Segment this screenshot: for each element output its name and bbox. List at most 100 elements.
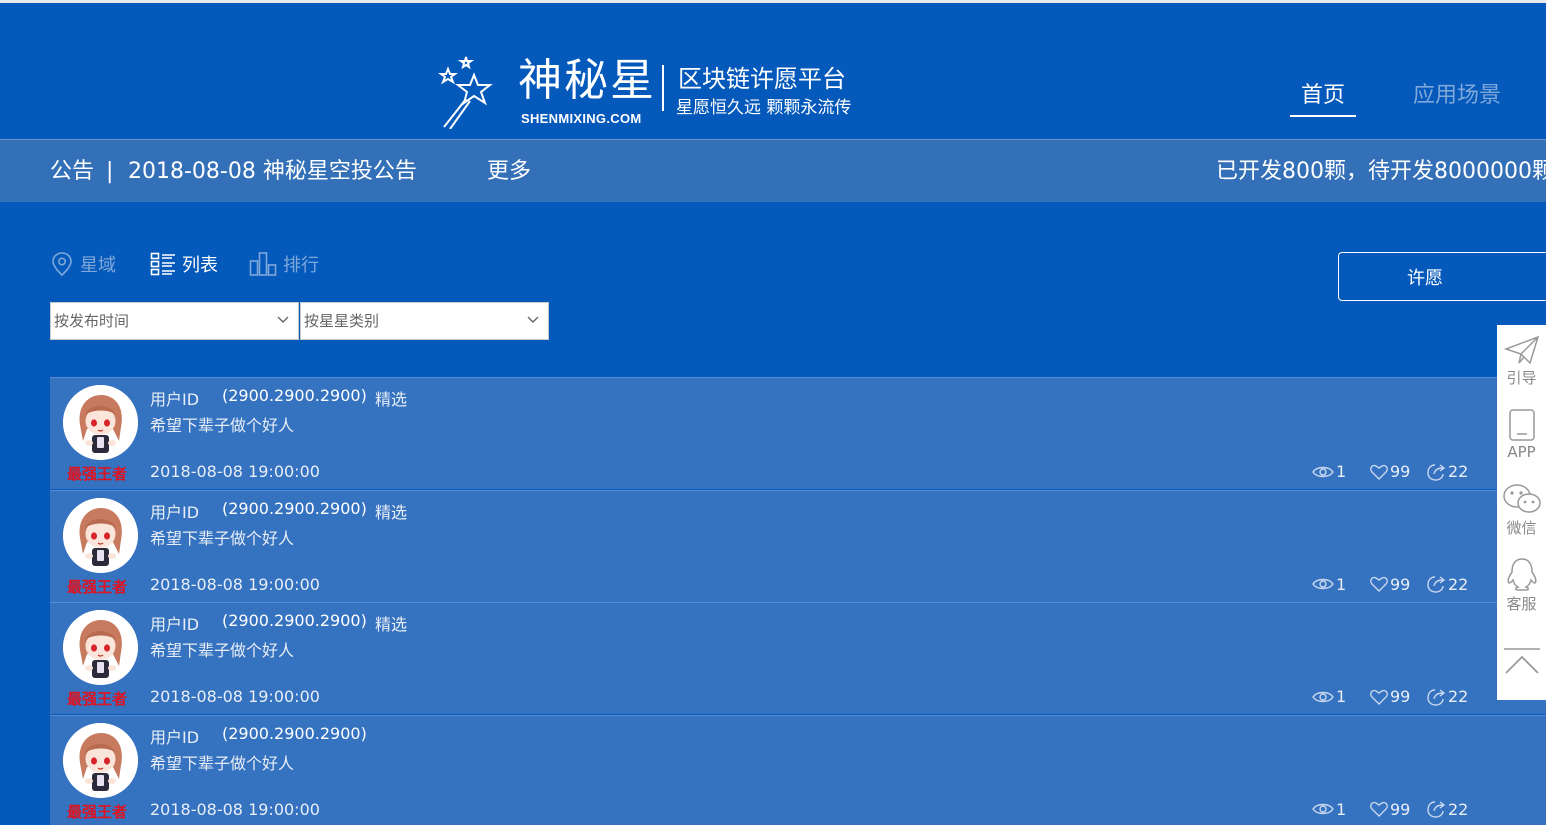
- side-wechat-label: 微信: [1506, 519, 1537, 537]
- back-to-top-button[interactable]: [1497, 647, 1546, 679]
- user-id-value[interactable]: (2900.2900.2900): [222, 724, 367, 743]
- user-id-label: 用户ID: [150, 390, 200, 409]
- chevron-up-icon: [1503, 648, 1540, 674]
- share-icon: [1427, 463, 1446, 481]
- share-count[interactable]: 22: [1426, 800, 1468, 819]
- brand-domain: SHENMIXING.COM: [521, 111, 642, 126]
- magic-wand-star-icon: [438, 56, 493, 129]
- share-count[interactable]: 22: [1426, 462, 1468, 481]
- eye-icon: [1312, 466, 1334, 477]
- like-count[interactable]: 99: [1370, 575, 1410, 594]
- user-id-label: 用户ID: [150, 502, 200, 522]
- side-customer-service-label: 客服: [1506, 595, 1537, 613]
- share-count-value: 22: [1448, 574, 1469, 594]
- publish-time-select[interactable]: 按发布时间: [50, 302, 299, 340]
- notice-more-link[interactable]: 更多: [487, 158, 531, 186]
- side-toolbar: 引导 APP 微信 客服: [1497, 325, 1546, 700]
- view-count: 1: [1312, 800, 1346, 819]
- view-count: 1: [1312, 575, 1346, 594]
- wish-list-item[interactable]: 最强王者 用户ID (2900.2900.2900) 精选 希望下辈子做个好人 …: [50, 377, 1546, 489]
- rank-badge: 最强王者: [67, 465, 128, 483]
- side-wechat-button[interactable]: 微信: [1497, 483, 1546, 538]
- view-count: 1: [1312, 462, 1346, 481]
- slogan: 区块链许愿平台: [678, 65, 846, 93]
- bar-chart-icon: [249, 252, 277, 276]
- notice-bar: 公告 | 2018-08-08 神秘星空投公告 更多 已开发800颗，待开发80…: [0, 139, 1546, 202]
- like-count[interactable]: 99: [1370, 462, 1410, 481]
- anime-girl-avatar-icon: [63, 722, 138, 798]
- share-count[interactable]: 22: [1426, 687, 1468, 706]
- eye-icon: [1312, 803, 1334, 815]
- notice-title-link[interactable]: 2018-08-08 神秘星空投公告: [128, 158, 417, 186]
- side-guide-label: 引导: [1506, 369, 1537, 387]
- avatar[interactable]: [63, 722, 138, 798]
- user-id-value[interactable]: (2900.2900.2900): [222, 611, 367, 630]
- notice-label: 公告: [50, 159, 95, 184]
- star-type-select[interactable]: 按星星类别: [300, 302, 549, 340]
- location-pin-icon: [52, 252, 72, 277]
- site-header: 神秘星 SHENMIXING.COM 区块链许愿平台 星愿恒久远 颗颗永流传 首…: [0, 3, 1546, 139]
- avatar[interactable]: [63, 610, 138, 685]
- wish-list: 最强王者 用户ID (2900.2900.2900) 精选 希望下辈子做个好人 …: [50, 377, 1546, 825]
- wish-date: 2018-08-08 19:00:00: [150, 687, 320, 706]
- user-id-label: 用户ID: [150, 727, 200, 747]
- wish-list-item[interactable]: 最强王者 用户ID (2900.2900.2900) 希望下辈子做个好人 201…: [50, 714, 1546, 825]
- wish-text: 希望下辈子做个好人: [150, 753, 295, 773]
- site-logo[interactable]: 神秘星 SHENMIXING.COM 区块链许愿平台 星愿恒久远 颗颗永流传: [436, 53, 866, 133]
- wish-date: 2018-08-08 19:00:00: [150, 462, 320, 481]
- heart-icon: [1370, 464, 1388, 480]
- rank-badge: 最强王者: [67, 802, 128, 821]
- share-count-value: 22: [1448, 462, 1469, 481]
- star-type-value: 按星星类别: [304, 312, 380, 330]
- side-guide-button[interactable]: 引导: [1497, 335, 1546, 388]
- user-id-value[interactable]: (2900.2900.2900): [222, 499, 367, 518]
- tab-ranking-label: 排行: [283, 255, 319, 276]
- view-count-value: 1: [1336, 799, 1347, 819]
- tab-star-region-label: 星域: [80, 255, 116, 276]
- like-count[interactable]: 99: [1370, 800, 1410, 819]
- avatar[interactable]: [63, 497, 138, 573]
- heart-icon: [1370, 801, 1388, 817]
- wish-list-item[interactable]: 最强王者 用户ID (2900.2900.2900) 精选 希望下辈子做个好人 …: [50, 489, 1546, 602]
- eye-icon: [1312, 578, 1334, 590]
- slogan-sub: 星愿恒久远 颗颗永流传: [676, 98, 852, 118]
- chevron-down-icon: [527, 316, 539, 323]
- anime-girl-avatar-icon: [63, 610, 138, 685]
- tab-ranking[interactable]: 排行: [249, 250, 319, 278]
- brand-name: 神秘星: [518, 55, 656, 106]
- rank-badge: 最强王者: [67, 577, 128, 596]
- like-count-value: 99: [1390, 574, 1411, 594]
- share-count[interactable]: 22: [1426, 575, 1468, 594]
- anime-girl-avatar-icon: [63, 497, 138, 573]
- like-count[interactable]: 99: [1370, 687, 1410, 706]
- avatar[interactable]: [63, 385, 138, 460]
- make-wish-button[interactable]: 许愿: [1338, 252, 1546, 301]
- list-icon: [150, 252, 175, 276]
- tab-list-label: 列表: [182, 255, 218, 276]
- tablet-icon: [1508, 409, 1535, 441]
- side-customer-service-button[interactable]: 客服: [1497, 557, 1546, 614]
- user-id-label: 用户ID: [150, 615, 200, 634]
- view-count-value: 1: [1336, 574, 1347, 594]
- view-count-value: 1: [1336, 687, 1347, 706]
- anime-girl-avatar-icon: [63, 385, 138, 460]
- wish-text: 希望下辈子做个好人: [150, 641, 295, 660]
- share-count-value: 22: [1448, 687, 1469, 706]
- view-count: 1: [1312, 687, 1346, 706]
- tab-star-region[interactable]: 星域: [50, 250, 116, 278]
- wish-date: 2018-08-08 19:00:00: [150, 799, 320, 819]
- tab-list[interactable]: 列表: [150, 250, 218, 278]
- side-app-button[interactable]: APP: [1497, 409, 1546, 461]
- make-wish-label: 许愿: [1407, 267, 1443, 289]
- like-count-value: 99: [1390, 687, 1411, 706]
- user-id-value[interactable]: (2900.2900.2900): [222, 386, 367, 405]
- qq-penguin-icon: [1506, 558, 1537, 591]
- eye-icon: [1312, 691, 1334, 702]
- share-icon: [1427, 801, 1446, 818]
- nav-app-scenarios[interactable]: 应用场景: [1413, 77, 1501, 117]
- rank-badge: 最强王者: [67, 690, 128, 708]
- wish-list-item[interactable]: 最强王者 用户ID (2900.2900.2900) 精选 希望下辈子做个好人 …: [50, 602, 1546, 714]
- notice-separator: |: [106, 159, 114, 184]
- wish-text: 希望下辈子做个好人: [150, 416, 295, 435]
- nav-home[interactable]: 首页: [1290, 77, 1356, 117]
